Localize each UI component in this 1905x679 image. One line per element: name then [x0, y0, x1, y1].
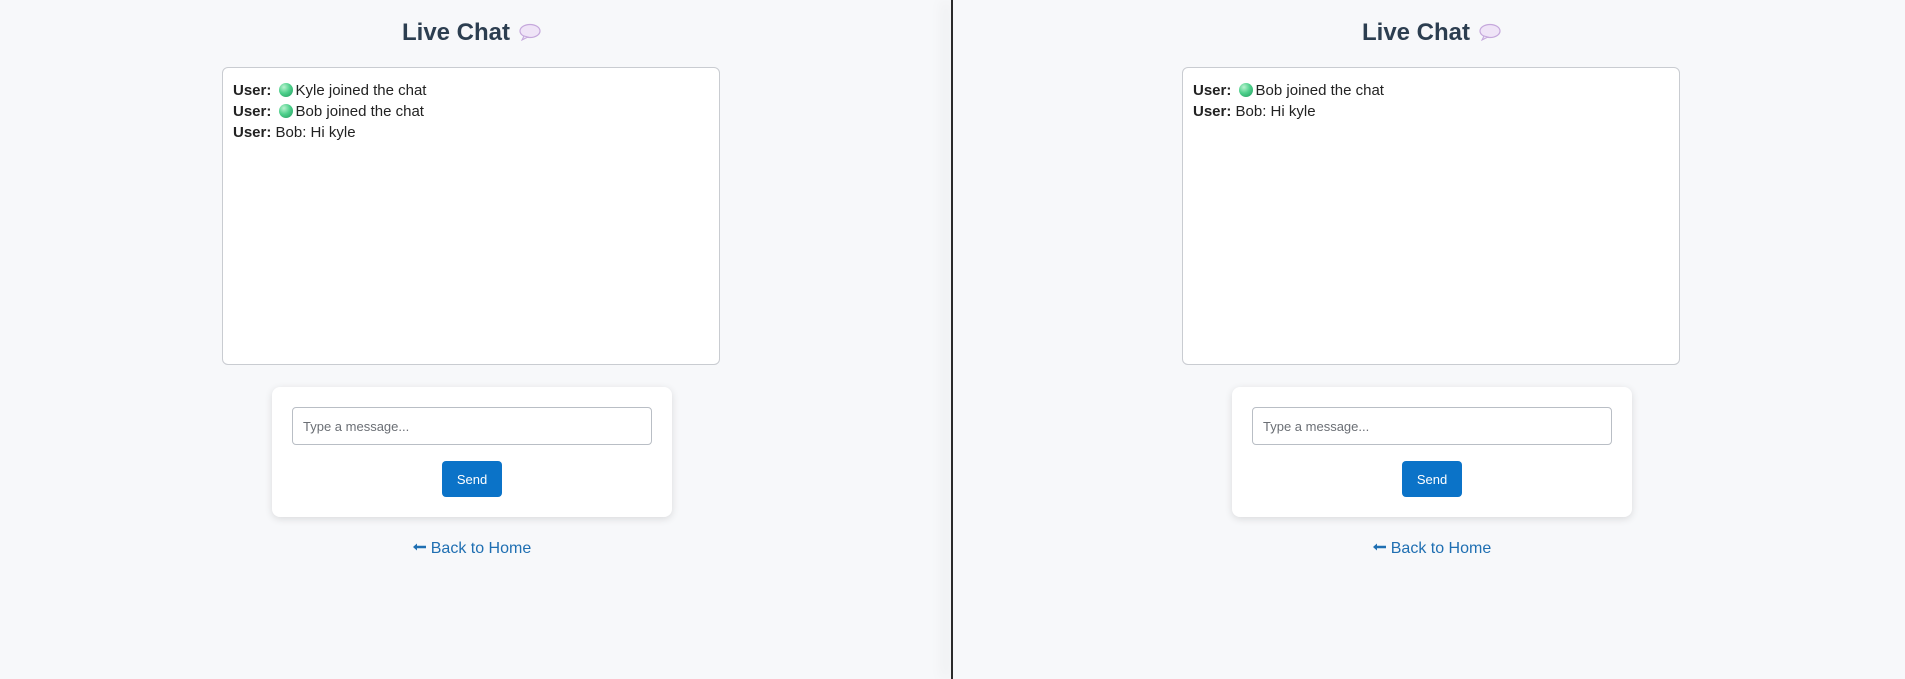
- message-input[interactable]: [292, 407, 652, 445]
- back-to-home-link[interactable]: Back to Home: [1182, 538, 1682, 560]
- message-form: Send: [272, 387, 672, 517]
- chat-message: User: Bob: Hi kyle: [233, 122, 709, 143]
- message-text: Kyle joined the chat: [295, 82, 427, 99]
- message-sender: User:: [233, 124, 272, 141]
- message-sender: User:: [233, 82, 272, 99]
- message-text: Bob joined the chat: [1255, 82, 1384, 99]
- message-form: Send: [1232, 387, 1632, 517]
- green-dot-icon: [278, 83, 293, 97]
- arrow-left-icon: [1372, 543, 1386, 551]
- message-text: Bob: Hi kyle: [1235, 103, 1316, 120]
- message-sender: User:: [1193, 103, 1232, 120]
- message-text: Bob: Hi kyle: [275, 124, 356, 141]
- chat-window-right: Live Chat User: Bob joined the chat User…: [953, 0, 1905, 679]
- message-sender: User:: [1193, 82, 1232, 99]
- chat-message: User: Bob joined the chat: [233, 101, 709, 122]
- green-dot-icon: [278, 104, 293, 118]
- send-button[interactable]: Send: [1402, 461, 1462, 497]
- page-title: Live Chat: [1182, 17, 1682, 49]
- chat-messages[interactable]: User: Bob joined the chat User: Bob: Hi …: [1182, 67, 1680, 365]
- chat-messages[interactable]: User: Kyle joined the chat User: Bob joi…: [222, 67, 720, 365]
- chat-message: User: Bob joined the chat: [1193, 80, 1669, 101]
- chat-window-left: Live Chat User: Kyle joined the chat Use…: [0, 0, 951, 679]
- chat-message: User: Bob: Hi kyle: [1193, 101, 1669, 122]
- send-button[interactable]: Send: [442, 461, 502, 497]
- screen: Live Chat User: Kyle joined the chat Use…: [0, 0, 1905, 679]
- speech-bubble-icon: [1479, 23, 1501, 41]
- green-dot-icon: [1238, 83, 1253, 97]
- message-sender: User:: [233, 103, 272, 120]
- speech-bubble-icon: [519, 23, 541, 41]
- arrow-left-icon: [412, 543, 426, 551]
- chat-message: User: Kyle joined the chat: [233, 80, 709, 101]
- back-to-home-label: Back to Home: [430, 540, 532, 557]
- page-title: Live Chat: [222, 17, 722, 49]
- page-title-text: Live Chat: [401, 19, 511, 46]
- page-title-text: Live Chat: [1361, 19, 1471, 46]
- message-input[interactable]: [1252, 407, 1612, 445]
- message-text: Bob joined the chat: [295, 103, 424, 120]
- back-to-home-label: Back to Home: [1390, 540, 1492, 557]
- back-to-home-link[interactable]: Back to Home: [222, 538, 722, 560]
